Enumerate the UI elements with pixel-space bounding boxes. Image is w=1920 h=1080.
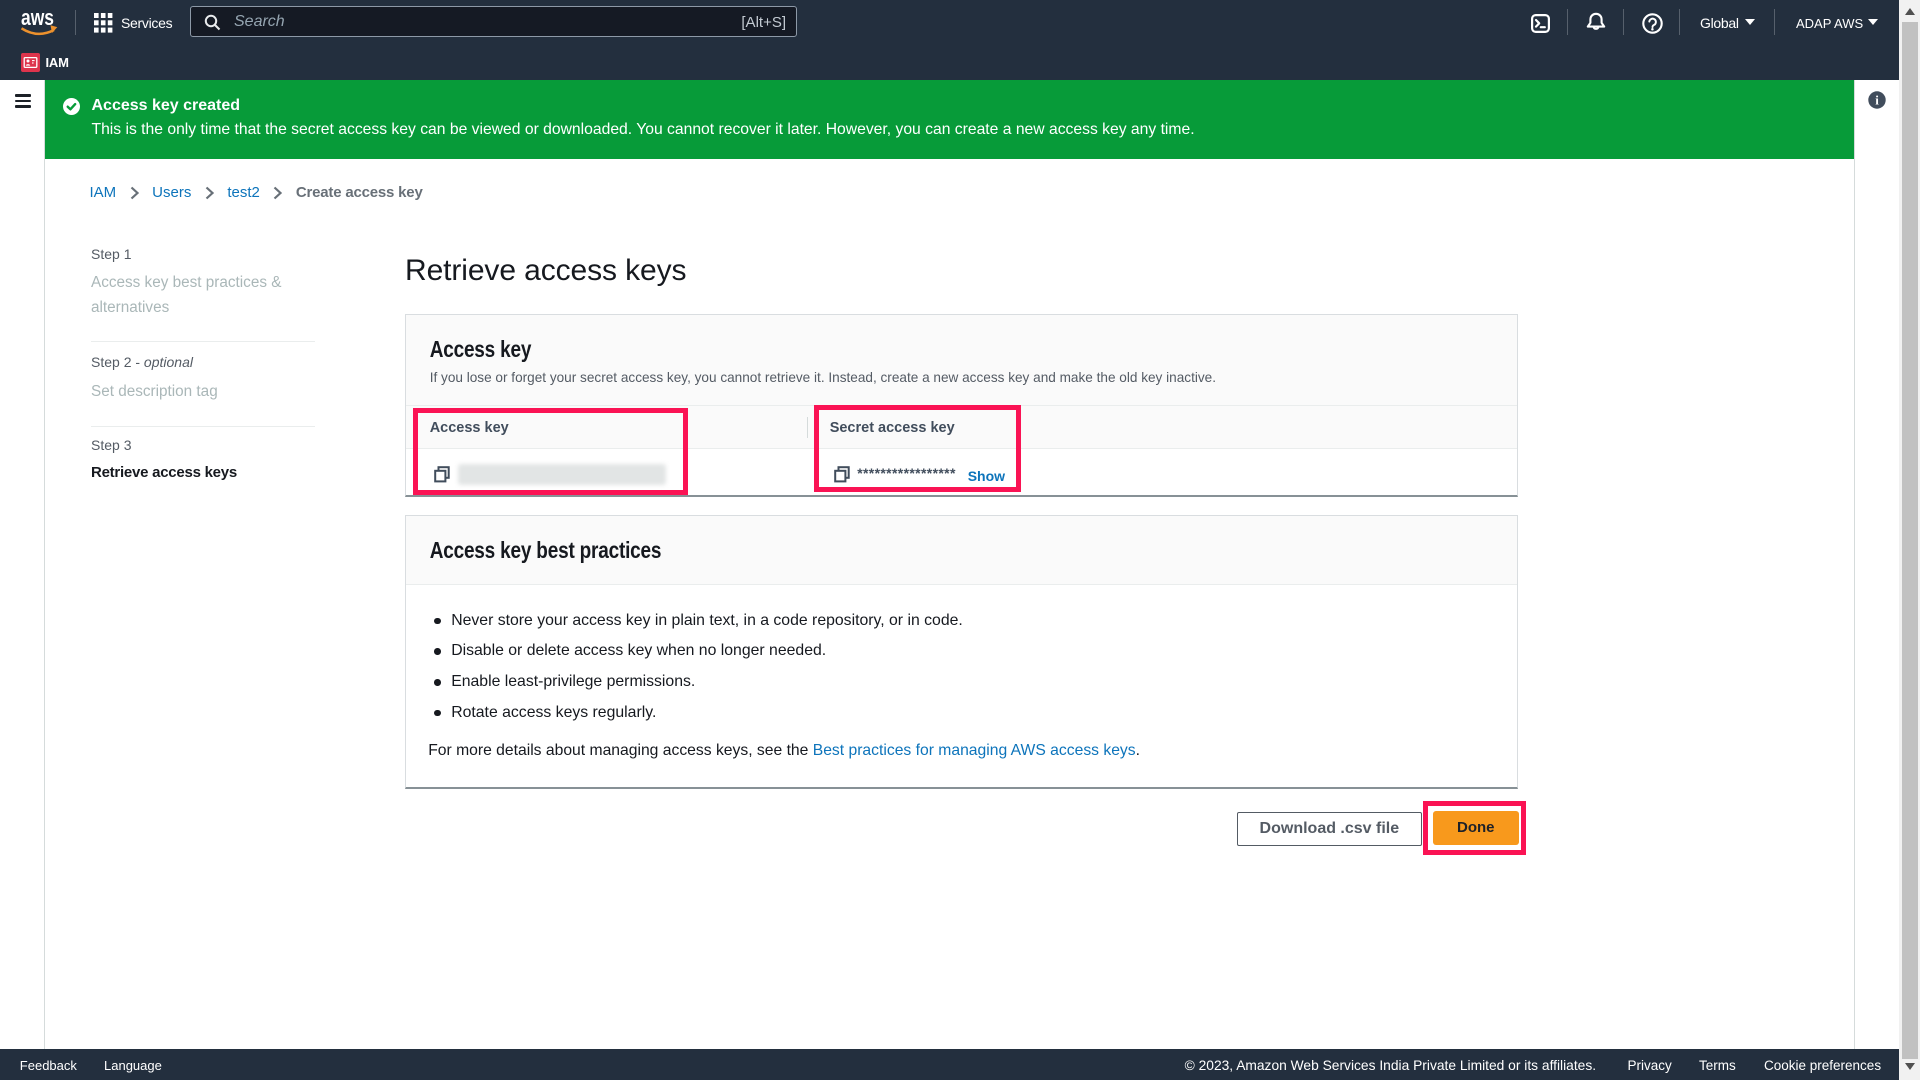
- svg-text:aws: aws: [21, 8, 54, 30]
- svg-text:i: i: [1875, 93, 1879, 108]
